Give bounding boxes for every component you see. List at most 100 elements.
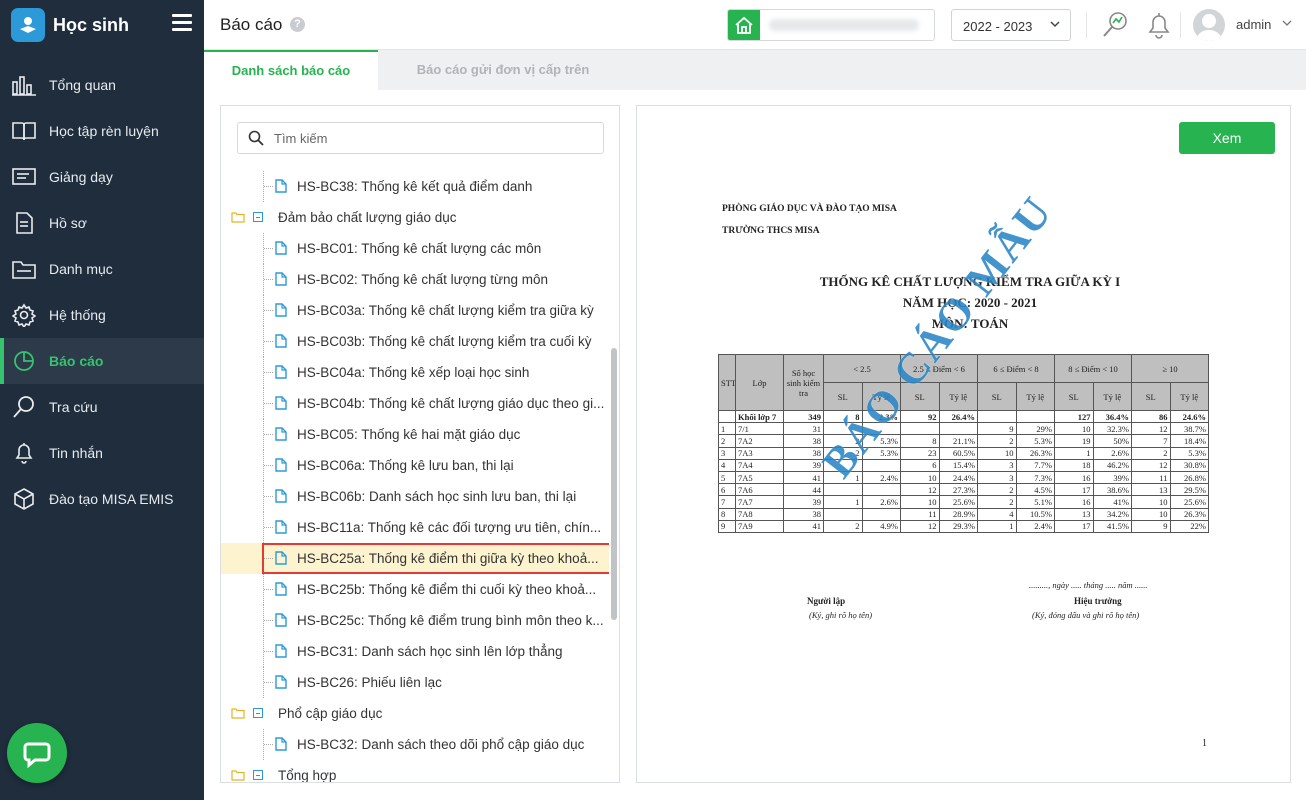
tree-connector xyxy=(264,589,273,590)
report-file-icon xyxy=(275,458,287,472)
tree-item[interactable]: HS-BC26: Phiếu liên lạc xyxy=(221,667,609,698)
tree-item[interactable]: HS-BC05: Thống kê hai mặt giáo dục xyxy=(221,419,609,450)
table-cell: 7A7 xyxy=(735,495,784,509)
student-logo-icon[interactable] xyxy=(11,8,45,42)
tree-item[interactable]: HS-BC03a: Thống kê chất lượng kiểm tra g… xyxy=(221,295,609,326)
col-sl: SL xyxy=(1131,382,1171,411)
col-rate: Tỷ lệ xyxy=(1015,382,1055,411)
tree-connector xyxy=(264,403,273,404)
tree-item[interactable]: HS-BC25c: Thống kê điểm trung bình môn t… xyxy=(221,605,609,636)
sidebar-item-he-thong[interactable]: Hệ thống xyxy=(0,292,204,338)
school-year-dropdown[interactable]: 2022 - 2023 xyxy=(951,9,1071,41)
table-cell: 31 xyxy=(783,422,824,436)
sidebar-item-label: Đào tạo MISA EMIS xyxy=(49,491,174,507)
notification-bell-icon[interactable] xyxy=(1146,11,1172,39)
col-group: 8 ≤ Điểm < 10 xyxy=(1054,354,1132,383)
tree-item[interactable]: HS-BC03b: Thống kê chất lượng kiểm tra c… xyxy=(221,326,609,357)
tree-folder[interactable]: Đảm bảo chất lượng giáo dục xyxy=(221,202,609,233)
collapse-toggle-icon[interactable] xyxy=(253,770,263,780)
home-icon xyxy=(728,10,760,40)
tree-item-label: Đảm bảo chất lượng giáo dục xyxy=(278,210,457,225)
table-cell: 12 xyxy=(900,519,940,533)
table-cell: 2.4% xyxy=(861,470,901,485)
tree-item[interactable]: HS-BC04b: Thống kê chất lượng giáo dục t… xyxy=(221,388,609,419)
search-input[interactable] xyxy=(274,129,574,147)
table-cell: 2 xyxy=(977,434,1017,448)
table-cell: 38.7% xyxy=(1169,422,1209,436)
table-cell: 18.4% xyxy=(1169,434,1209,448)
table-row: 9 7A9 41 2 4.9% 12 29.3% 1 2.4% 17 41.5% 9 22% xyxy=(718,519,1209,533)
collapse-toggle-icon[interactable] xyxy=(253,212,263,222)
sidebar-item-tong-quan[interactable]: Tổng quan xyxy=(0,62,204,108)
help-icon[interactable]: ? xyxy=(290,17,305,32)
table-cell: 2 xyxy=(977,483,1017,497)
bell-icon xyxy=(10,439,38,467)
scrollbar-thumb[interactable] xyxy=(611,348,617,620)
school-selector[interactable] xyxy=(727,9,935,41)
sidebar-item-tin-nhan[interactable]: Tin nhắn xyxy=(0,430,204,476)
tab-report-list[interactable]: Danh sách báo cáo xyxy=(204,50,378,90)
col-class: Lớp xyxy=(735,354,784,411)
table-cell: 7/1 xyxy=(735,422,784,436)
tree-folder[interactable]: Phổ cập giáo dục xyxy=(221,698,609,729)
tree-connector xyxy=(264,248,273,249)
report-file-icon xyxy=(275,644,287,658)
sidebar-item-hoc-tap[interactable]: Học tập rèn luyện xyxy=(0,108,204,154)
tree-item[interactable]: HS-BC32: Danh sách theo dõi phổ cập giáo… xyxy=(221,729,609,760)
table-cell: 5.3% xyxy=(1015,434,1055,448)
table-cell: 41% xyxy=(1092,495,1132,509)
table-cell: 23 xyxy=(900,446,940,460)
table-cell: 2.6% xyxy=(1092,446,1132,460)
tree-folder[interactable]: Tổng hợp xyxy=(221,760,609,782)
sidebar-item-danh-muc[interactable]: Danh mục xyxy=(0,246,204,292)
tree-item[interactable]: HS-BC11a: Thống kê các đối tượng ưu tiên… xyxy=(221,512,609,543)
tree-item[interactable]: HS-BC06a: Thống kê lưu ban, thi lại xyxy=(221,450,609,481)
report-file-icon xyxy=(275,272,287,286)
sidebar-item-bao-cao[interactable]: Báo cáo xyxy=(0,338,204,384)
table-cell: 5.1% xyxy=(1015,495,1055,509)
username[interactable]: admin xyxy=(1236,17,1271,32)
table-cell xyxy=(861,507,901,521)
tab-report-upper-level[interactable]: Báo cáo gửi đơn vị cấp trên xyxy=(378,50,628,90)
tree-item[interactable]: HS-BC25b: Thống kê điểm thi cuối kỳ theo… xyxy=(221,574,609,605)
sidebar-item-dao-tao[interactable]: Đào tạo MISA EMIS xyxy=(0,476,204,522)
report-table: STT Lớp Số học sinh kiểm tra < 2.5 2.5 ≤… xyxy=(718,354,1209,533)
chevron-down-icon[interactable] xyxy=(1282,18,1292,28)
report-tree: HS-BC38: Thống kê kết quả điểm danh Đảm b… xyxy=(221,171,609,782)
table-cell: 127 xyxy=(1054,409,1094,424)
report-file-icon xyxy=(275,675,287,689)
tree-connector xyxy=(264,465,273,466)
tree-scrollbar[interactable] xyxy=(608,165,620,781)
tree-item[interactable]: HS-BC38: Thống kê kết quả điểm danh xyxy=(221,171,609,202)
view-button[interactable]: Xem xyxy=(1179,122,1275,154)
tree-item-label: HS-BC04a: Thống kê xếp loại học sinh xyxy=(297,365,530,380)
tree-item[interactable]: HS-BC01: Thống kê chất lượng các môn xyxy=(221,233,609,264)
table-cell xyxy=(823,483,863,497)
table-cell: 9 xyxy=(1131,519,1171,533)
tree-item[interactable]: HS-BC04a: Thống kê xếp loại học sinh xyxy=(221,357,609,388)
sidebar-item-tra-cuu[interactable]: Tra cứu xyxy=(0,384,204,430)
table-cell: 7.3% xyxy=(1015,470,1055,485)
sidebar-item-label: Học tập rèn luyện xyxy=(49,123,159,139)
table-cell: 16 xyxy=(1054,495,1094,509)
table-cell: 3 xyxy=(977,470,1017,485)
table-cell: 46.2% xyxy=(1092,458,1132,472)
avatar[interactable] xyxy=(1193,9,1225,41)
table-cell: 7A8 xyxy=(735,507,784,521)
hamburger-menu-icon[interactable] xyxy=(172,14,192,32)
collapse-toggle-icon[interactable] xyxy=(253,708,263,718)
table-cell: 86 xyxy=(1131,409,1171,424)
sidebar-item-ho-so[interactable]: Hồ sơ xyxy=(0,200,204,246)
analytics-search-icon[interactable] xyxy=(1101,11,1129,39)
school-year-value: 2022 - 2023 xyxy=(963,19,1033,34)
tree-item[interactable]: HS-BC25a: Thống kê điểm thi giữa kỳ theo… xyxy=(221,543,609,574)
tree-item[interactable]: HS-BC02: Thống kê chất lượng từng môn xyxy=(221,264,609,295)
chat-bubble-button[interactable] xyxy=(7,723,67,783)
table-cell: 6 xyxy=(718,483,736,497)
sidebar-item-giang-day[interactable]: Giảng dạy xyxy=(0,154,204,200)
table-cell: 2.6% xyxy=(861,495,901,509)
tree-item[interactable]: HS-BC31: Danh sách học sinh lên lớp thẳn… xyxy=(221,636,609,667)
report-search-box[interactable] xyxy=(237,122,604,154)
tree-item[interactable]: HS-BC06b: Danh sách học sinh lưu ban, th… xyxy=(221,481,609,512)
sidebar-item-label: Tra cứu xyxy=(49,399,98,415)
